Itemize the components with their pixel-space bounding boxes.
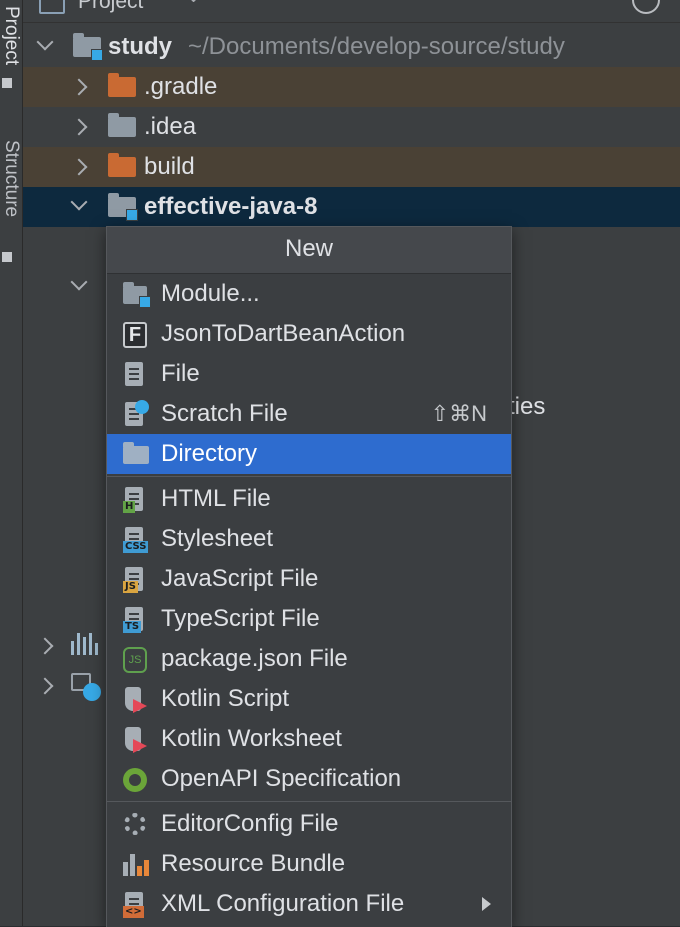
ts-file-icon: TS bbox=[121, 607, 149, 633]
tree-item-label: build bbox=[144, 153, 195, 180]
menu-item-module[interactable]: Module... bbox=[107, 274, 511, 314]
menu-separator bbox=[107, 476, 511, 477]
shortcut-label: ⇧⌘N bbox=[430, 401, 487, 426]
xml-file-icon: <> bbox=[121, 892, 149, 918]
menu-item-stylesheet[interactable]: CSS Stylesheet bbox=[107, 519, 511, 559]
tool-window-strip: Project Structure bbox=[0, 0, 23, 926]
folder-icon bbox=[108, 113, 136, 137]
gear-icon bbox=[121, 812, 149, 838]
openapi-icon bbox=[121, 767, 149, 793]
menu-separator bbox=[107, 801, 511, 802]
folder-icon bbox=[121, 442, 149, 468]
module-icon bbox=[121, 282, 151, 308]
chevron-down-icon[interactable] bbox=[36, 33, 54, 51]
chevron-down-icon[interactable] bbox=[70, 193, 88, 211]
chevron-right-icon[interactable] bbox=[36, 637, 54, 655]
f-plugin-icon: F bbox=[121, 322, 149, 348]
excluded-folder-icon bbox=[108, 153, 136, 177]
chevron-right-icon[interactable] bbox=[70, 78, 88, 96]
menu-item-javascript-file[interactable]: JS JavaScript File bbox=[107, 559, 511, 599]
project-tool-tab[interactable]: Project bbox=[0, 6, 22, 65]
scratch-file-icon bbox=[121, 400, 149, 428]
menu-item-kotlin-worksheet[interactable]: Kotlin Worksheet bbox=[107, 719, 511, 759]
new-context-menu: New Module... F JsonToDartBeanAction Fil… bbox=[106, 226, 512, 927]
module-badge-icon bbox=[91, 49, 103, 61]
tree-item-label: .gradle bbox=[144, 73, 218, 100]
chevron-down-icon[interactable] bbox=[70, 273, 88, 291]
structure-tab-icon bbox=[2, 252, 12, 262]
js-file-icon: JS bbox=[121, 567, 149, 593]
menu-item-openapi-specification[interactable]: OpenAPI Specification bbox=[107, 759, 511, 799]
menu-item-package-json-file[interactable]: JS package.json File bbox=[107, 639, 511, 679]
menu-item-html-file[interactable]: H HTML File bbox=[107, 479, 511, 519]
root-path: ~/Documents/develop-source/study bbox=[188, 33, 565, 60]
module-badge-icon bbox=[126, 209, 138, 221]
tree-item-effective-java-8[interactable]: effective-java-8 bbox=[23, 187, 680, 227]
file-icon bbox=[121, 362, 149, 388]
root-name: study bbox=[108, 33, 173, 60]
excluded-folder-icon bbox=[108, 73, 136, 97]
kotlin-script-icon bbox=[121, 687, 149, 713]
menu-item-resource-bundle[interactable]: Resource Bundle bbox=[107, 844, 511, 884]
html-file-icon: H bbox=[121, 487, 149, 513]
panel-header: Project ⌄ bbox=[23, 0, 680, 23]
menu-item-typescript-file[interactable]: TS TypeScript File bbox=[107, 599, 511, 639]
obscured-tree-text: ties bbox=[508, 393, 546, 420]
menu-item-editorconfig-file[interactable]: EditorConfig File bbox=[107, 804, 511, 844]
menu-item-jsontodartbeanaction[interactable]: F JsonToDartBeanAction bbox=[107, 314, 511, 354]
menu-item-file[interactable]: File bbox=[107, 354, 511, 394]
submenu-arrow-icon bbox=[482, 897, 491, 911]
menu-item-scratch-file[interactable]: Scratch File ⇧⌘N bbox=[107, 394, 511, 434]
menu-title: New bbox=[107, 227, 511, 274]
project-view-icon bbox=[39, 0, 65, 14]
project-tab-icon bbox=[2, 78, 12, 88]
css-file-icon: CSS bbox=[121, 527, 149, 553]
chevron-down-icon[interactable]: ⌄ bbox=[186, 0, 201, 7]
tree-item-label: .idea bbox=[144, 113, 197, 140]
tree-item-gradle[interactable]: .gradle bbox=[23, 67, 680, 107]
menu-item-kotlin-script[interactable]: Kotlin Script bbox=[107, 679, 511, 719]
chevron-right-icon[interactable] bbox=[70, 158, 88, 176]
tree-item-idea[interactable]: .idea bbox=[23, 107, 680, 147]
panel-title[interactable]: Project bbox=[78, 0, 143, 14]
gear-icon[interactable] bbox=[632, 0, 660, 14]
external-libraries-icon bbox=[71, 633, 98, 655]
chevron-right-icon[interactable] bbox=[36, 677, 54, 695]
nodejs-icon: JS bbox=[121, 647, 149, 673]
resource-bundle-icon bbox=[121, 852, 149, 878]
tree-item-label: effective-java-8 bbox=[144, 193, 318, 220]
clock-icon bbox=[83, 683, 101, 701]
kotlin-worksheet-icon bbox=[121, 727, 149, 753]
structure-tool-tab[interactable]: Structure bbox=[0, 140, 22, 217]
chevron-right-icon[interactable] bbox=[70, 118, 88, 136]
menu-item-directory[interactable]: Directory bbox=[107, 434, 511, 474]
tree-root-row[interactable]: study ~/Documents/develop-source/study bbox=[23, 27, 680, 67]
menu-item-xml-configuration-file[interactable]: <> XML Configuration File bbox=[107, 884, 511, 924]
tree-item-build[interactable]: build bbox=[23, 147, 680, 187]
